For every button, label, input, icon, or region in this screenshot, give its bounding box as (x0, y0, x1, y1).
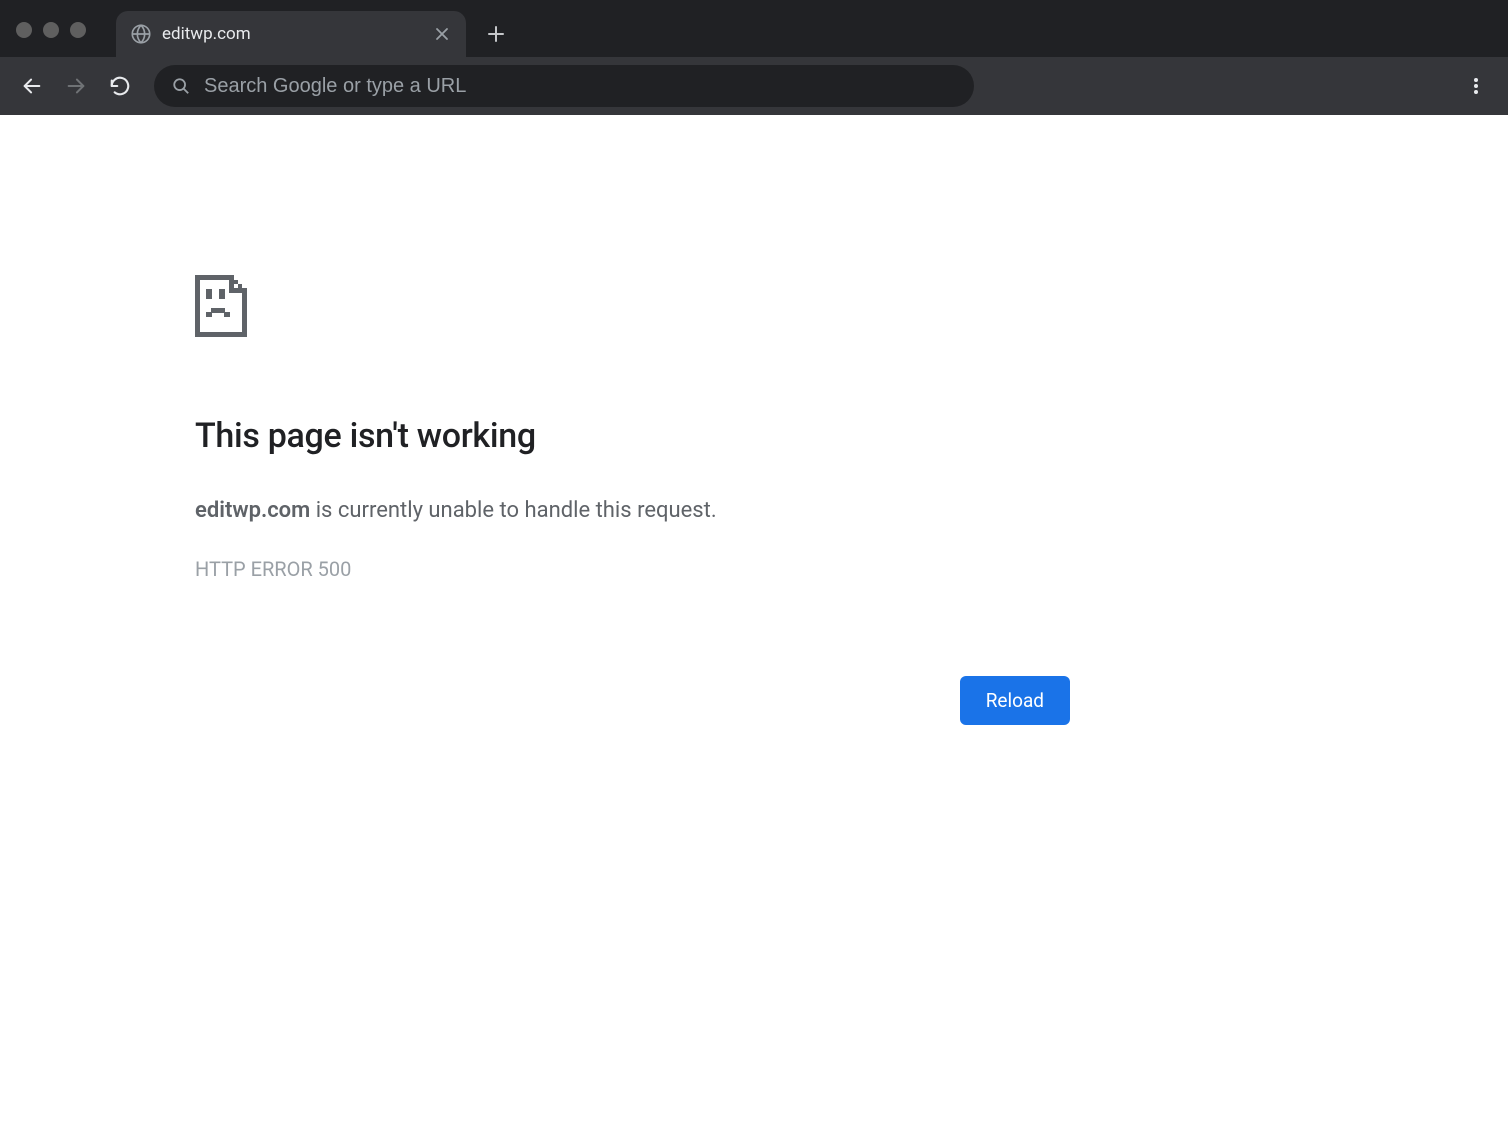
menu-button[interactable] (1458, 68, 1494, 104)
back-button[interactable] (14, 68, 50, 104)
reload-button[interactable]: Reload (960, 676, 1070, 725)
error-code: HTTP ERROR 500 (195, 557, 1070, 581)
tab-row: editwp.com (0, 0, 1508, 57)
reload-nav-button[interactable] (102, 68, 138, 104)
error-domain: editwp.com (195, 498, 310, 523)
browser-chrome: editwp.com (0, 0, 1508, 115)
tab-title: editwp.com (162, 24, 432, 44)
maximize-window-button[interactable] (70, 22, 86, 38)
sad-page-icon (195, 275, 1070, 341)
error-title: This page isn't working (195, 416, 1070, 456)
search-icon (172, 77, 190, 95)
traffic-lights (16, 22, 86, 38)
error-message-text: is currently unable to handle this reque… (310, 498, 716, 523)
address-bar[interactable] (154, 65, 974, 107)
address-input[interactable] (204, 75, 956, 98)
globe-icon (130, 23, 152, 45)
error-message: editwp.com is currently unable to handle… (195, 496, 1070, 527)
close-tab-button[interactable] (432, 24, 452, 44)
minimize-window-button[interactable] (43, 22, 59, 38)
toolbar (0, 57, 1508, 115)
content-area: This page isn't working editwp.com is cu… (0, 115, 1508, 725)
browser-tab[interactable]: editwp.com (116, 11, 466, 57)
close-window-button[interactable] (16, 22, 32, 38)
error-container: This page isn't working editwp.com is cu… (195, 275, 1070, 725)
forward-button[interactable] (58, 68, 94, 104)
new-tab-button[interactable] (478, 16, 514, 52)
